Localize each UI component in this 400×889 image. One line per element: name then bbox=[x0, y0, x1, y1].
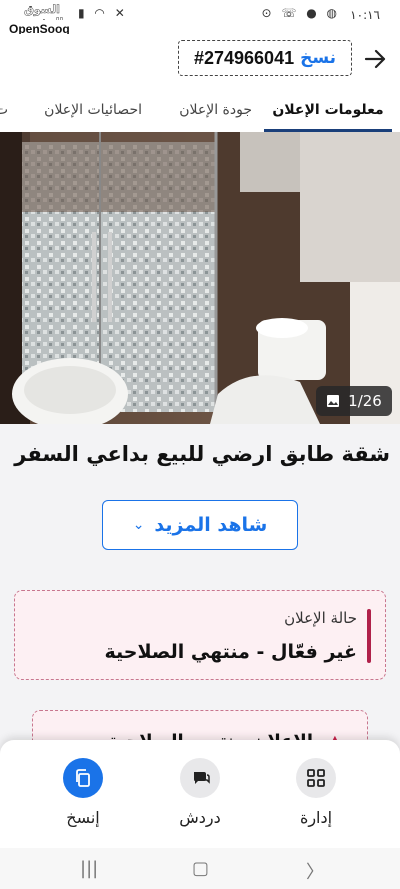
bottom-action-bar: إدارة دردش إنسخ bbox=[0, 740, 400, 848]
manage-button[interactable]: إدارة bbox=[276, 758, 356, 827]
back-arrow-icon[interactable] bbox=[362, 46, 388, 72]
ad-id-box[interactable]: نسخ #274966041 bbox=[178, 40, 352, 76]
photo-counter: 1/26 bbox=[316, 386, 392, 416]
top-bar: نسخ #274966041 bbox=[0, 34, 400, 88]
see-more-button[interactable]: شاهد المزيد ⌄ bbox=[102, 500, 298, 550]
copy-button[interactable]: إنسخ bbox=[43, 758, 123, 827]
tab-more[interactable]: ت bbox=[0, 88, 8, 132]
manage-label: إدارة bbox=[299, 808, 333, 827]
status-time: ١٠:١٦ bbox=[350, 8, 380, 22]
listing-photo[interactable]: 1/26 bbox=[0, 132, 400, 424]
listing-title: شقة طابق ارضي للبيع بداعي السفر bbox=[14, 442, 390, 466]
tabs-bar: معلومات الإعلان جودة الإعلان احصائيات ال… bbox=[0, 88, 400, 133]
tab-ad-quality[interactable]: جودة الإعلان bbox=[179, 88, 252, 132]
grid-icon bbox=[296, 758, 336, 798]
chat-bubble-icon bbox=[180, 758, 220, 798]
status-bar: ١٠:١٦ ⊙ ☏ ● ◍ ▮ ◠ ✕ السوق المفتوح OpenSo… bbox=[0, 0, 400, 38]
chevron-down-icon: ⌄ bbox=[132, 517, 145, 533]
bathroom-photo bbox=[0, 132, 400, 424]
image-icon bbox=[327, 395, 340, 407]
home-icon[interactable]: ▢ bbox=[192, 858, 209, 879]
status-icons: ⊙ ☏ ● ◍ bbox=[261, 6, 340, 20]
copy-icon bbox=[63, 758, 103, 798]
status-accent-bar bbox=[367, 609, 371, 663]
tab-ad-stats[interactable]: احصائيات الإعلان bbox=[44, 88, 142, 132]
see-more-label: شاهد المزيد bbox=[154, 514, 268, 536]
ad-id: #274966041 bbox=[193, 47, 295, 68]
recent-apps-icon[interactable]: ||| bbox=[80, 858, 98, 879]
chat-label: دردش bbox=[179, 808, 221, 827]
tab-ad-info[interactable]: معلومات الإعلان bbox=[264, 88, 392, 132]
back-icon[interactable]: 〉 bbox=[306, 858, 324, 884]
ad-status-card: حالة الإعلان غير فعّال - منتهي الصلاحية bbox=[14, 590, 386, 680]
ad-status-label: حالة الإعلان bbox=[284, 609, 357, 627]
system-nav-bar: ||| ▢ 〉 bbox=[0, 848, 400, 889]
photo-counter-text: 1/26 bbox=[348, 392, 382, 410]
chat-button[interactable]: دردش bbox=[160, 758, 240, 827]
copy-id-link[interactable]: نسخ bbox=[300, 48, 336, 68]
copy-label: إنسخ bbox=[66, 808, 100, 827]
signal-wifi-icons: ▮ ◠ ✕ bbox=[78, 6, 128, 20]
ad-status-value: غير فعّال - منتهي الصلاحية bbox=[104, 641, 358, 663]
